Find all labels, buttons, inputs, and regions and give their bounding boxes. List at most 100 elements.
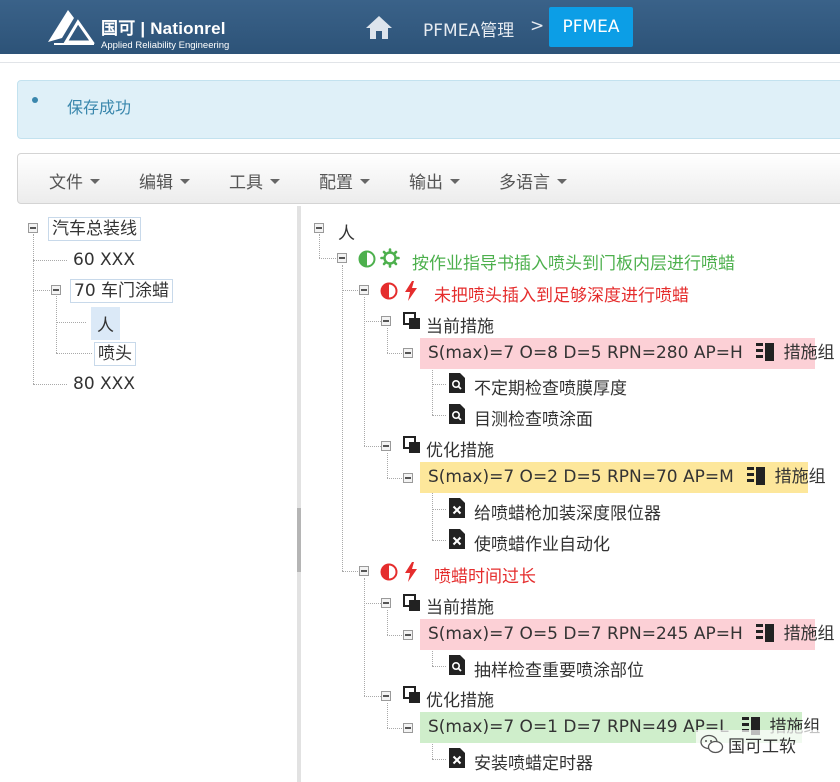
collapse-toggle[interactable]: [381, 316, 391, 326]
tree-guide: [364, 297, 365, 446]
measure-group-label: 措施组: [783, 343, 835, 363]
collapse-toggle[interactable]: [51, 285, 61, 295]
tree-guide: [56, 296, 57, 353]
tree-node-person[interactable]: 人: [91, 307, 120, 340]
optimize-measures-node[interactable]: 优化措施: [426, 436, 494, 461]
collapse-toggle[interactable]: [314, 223, 324, 233]
menu-output[interactable]: 输出: [409, 168, 460, 193]
menu-file-label: 文件: [49, 173, 83, 193]
optimize-measures-node[interactable]: 优化措施: [426, 686, 494, 711]
failure-node-2[interactable]: 喷蜡时间过长: [434, 562, 536, 587]
measure-group-label: 措施组: [774, 467, 826, 487]
tree-guide: [387, 353, 404, 354]
tree-guide: [432, 741, 433, 759]
tree-guide: [33, 384, 67, 385]
menu-tools[interactable]: 工具: [229, 168, 280, 193]
lightning-icon: [405, 562, 417, 582]
collapse-toggle[interactable]: [403, 723, 413, 733]
search-document-icon: [449, 655, 465, 675]
tree-guide: [432, 666, 446, 667]
rating-text: S(max)=7 O=8 D=5 RPN=280 AP=H: [428, 343, 743, 363]
tree-guide: [387, 478, 404, 479]
tree-guide: [319, 234, 320, 258]
list-group-icon: [756, 343, 775, 361]
copy-icon: [403, 686, 420, 703]
collapse-toggle[interactable]: [381, 691, 391, 701]
rating-bar-high[interactable]: S(max)=7 O=8 D=5 RPN=280 AP=H 措施组: [420, 338, 835, 369]
current-measures-node[interactable]: 当前措施: [426, 312, 494, 337]
action-item[interactable]: 给喷蜡枪加装深度限位器: [474, 499, 661, 524]
collapse-toggle[interactable]: [403, 473, 413, 483]
tree-node-assembly-line[interactable]: 汽车总装线: [48, 217, 141, 241]
tree-guide: [432, 509, 446, 510]
action-item[interactable]: 目测检查喷涂面: [474, 405, 593, 430]
current-measures-node[interactable]: 当前措施: [426, 593, 494, 618]
alert-bullet: [32, 97, 38, 103]
collapse-toggle[interactable]: [359, 285, 369, 295]
list-group-icon: [747, 467, 766, 485]
x-document-icon: [449, 748, 465, 768]
panel-splitter[interactable]: [297, 206, 301, 782]
caret-down-icon: [450, 178, 460, 184]
tree-guide: [432, 491, 433, 540]
splitter-handle[interactable]: [297, 508, 301, 572]
collapse-toggle[interactable]: [381, 441, 391, 451]
tree-guide: [387, 453, 388, 478]
caret-down-icon: [90, 178, 100, 184]
tree-guide: [33, 234, 34, 384]
tree-guide: [33, 260, 67, 261]
collapse-toggle[interactable]: [28, 223, 38, 233]
tree-node-70-door-waxing[interactable]: 70 车门涂蜡: [70, 279, 174, 303]
collapse-toggle[interactable]: [403, 630, 413, 640]
home-icon[interactable]: [365, 14, 393, 40]
tree-guide: [319, 258, 336, 259]
tree-guide: [432, 759, 446, 760]
caret-down-icon: [557, 178, 567, 184]
success-alert: [17, 80, 840, 139]
collapse-toggle[interactable]: [337, 253, 347, 263]
tree-node-80[interactable]: 80 XXX: [73, 374, 135, 394]
collapse-toggle[interactable]: [403, 348, 413, 358]
menu-config-label: 配置: [319, 173, 353, 193]
action-item[interactable]: 不定期检查喷膜厚度: [474, 374, 627, 399]
breadcrumb-pfmea-management[interactable]: PFMEA管理: [423, 16, 514, 41]
logo-title: 国可 | Nationrel: [101, 19, 226, 38]
rating-bar-medium[interactable]: S(max)=7 O=2 D=5 RPN=70 AP=M 措施组: [420, 462, 826, 493]
tree-node-person-root[interactable]: 人: [338, 219, 355, 244]
tree-guide: [342, 265, 343, 571]
tree-guide: [387, 703, 388, 728]
collapse-toggle[interactable]: [381, 598, 391, 608]
tree-guide: [432, 366, 433, 415]
menu-edit-label: 编辑: [139, 173, 173, 193]
half-circle-icon: [358, 250, 376, 268]
menu-edit[interactable]: 编辑: [139, 168, 190, 193]
action-item[interactable]: 安装喷蜡定时器: [474, 749, 593, 774]
menu-config[interactable]: 配置: [319, 168, 370, 193]
action-item[interactable]: 抽样检查重要喷涂部位: [474, 656, 644, 681]
rating-text: S(max)=7 O=1 D=7 RPN=49 AP=L: [428, 717, 729, 737]
tree-node-nozzle[interactable]: 喷头: [94, 342, 136, 366]
action-item[interactable]: 使喷蜡作业自动化: [474, 530, 610, 555]
tree-guide: [432, 415, 446, 416]
tree-guide: [364, 603, 381, 604]
tree-guide: [364, 446, 381, 447]
nationrel-logo[interactable]: 国可 | Nationrel Applied Reliability Engin…: [44, 6, 244, 51]
menu-tools-label: 工具: [229, 173, 263, 193]
breadcrumb-current-pfmea[interactable]: PFMEA: [549, 7, 633, 47]
menu-language-label: 多语言: [499, 173, 550, 193]
measure-group-label: 措施组: [783, 624, 835, 644]
rating-bar-high[interactable]: S(max)=7 O=5 D=7 RPN=245 AP=H 措施组: [420, 619, 835, 650]
tree-node-60[interactable]: 60 XXX: [73, 250, 135, 270]
list-group-icon: [756, 624, 775, 642]
tree-guide: [432, 384, 446, 385]
collapse-toggle[interactable]: [359, 566, 369, 576]
copy-icon: [403, 594, 420, 611]
menu-language[interactable]: 多语言: [499, 168, 567, 193]
failure-node-1[interactable]: 未把喷头插入到足够深度进行喷蜡: [434, 281, 689, 306]
alert-message: 保存成功: [67, 98, 132, 117]
x-document-icon: [449, 498, 465, 518]
menu-file[interactable]: 文件: [49, 168, 100, 193]
function-node[interactable]: 按作业指导书插入喷头到门板内层进行喷蜡: [412, 249, 735, 274]
rating-text: S(max)=7 O=2 D=5 RPN=70 AP=M: [428, 467, 734, 487]
search-document-icon: [449, 404, 465, 424]
